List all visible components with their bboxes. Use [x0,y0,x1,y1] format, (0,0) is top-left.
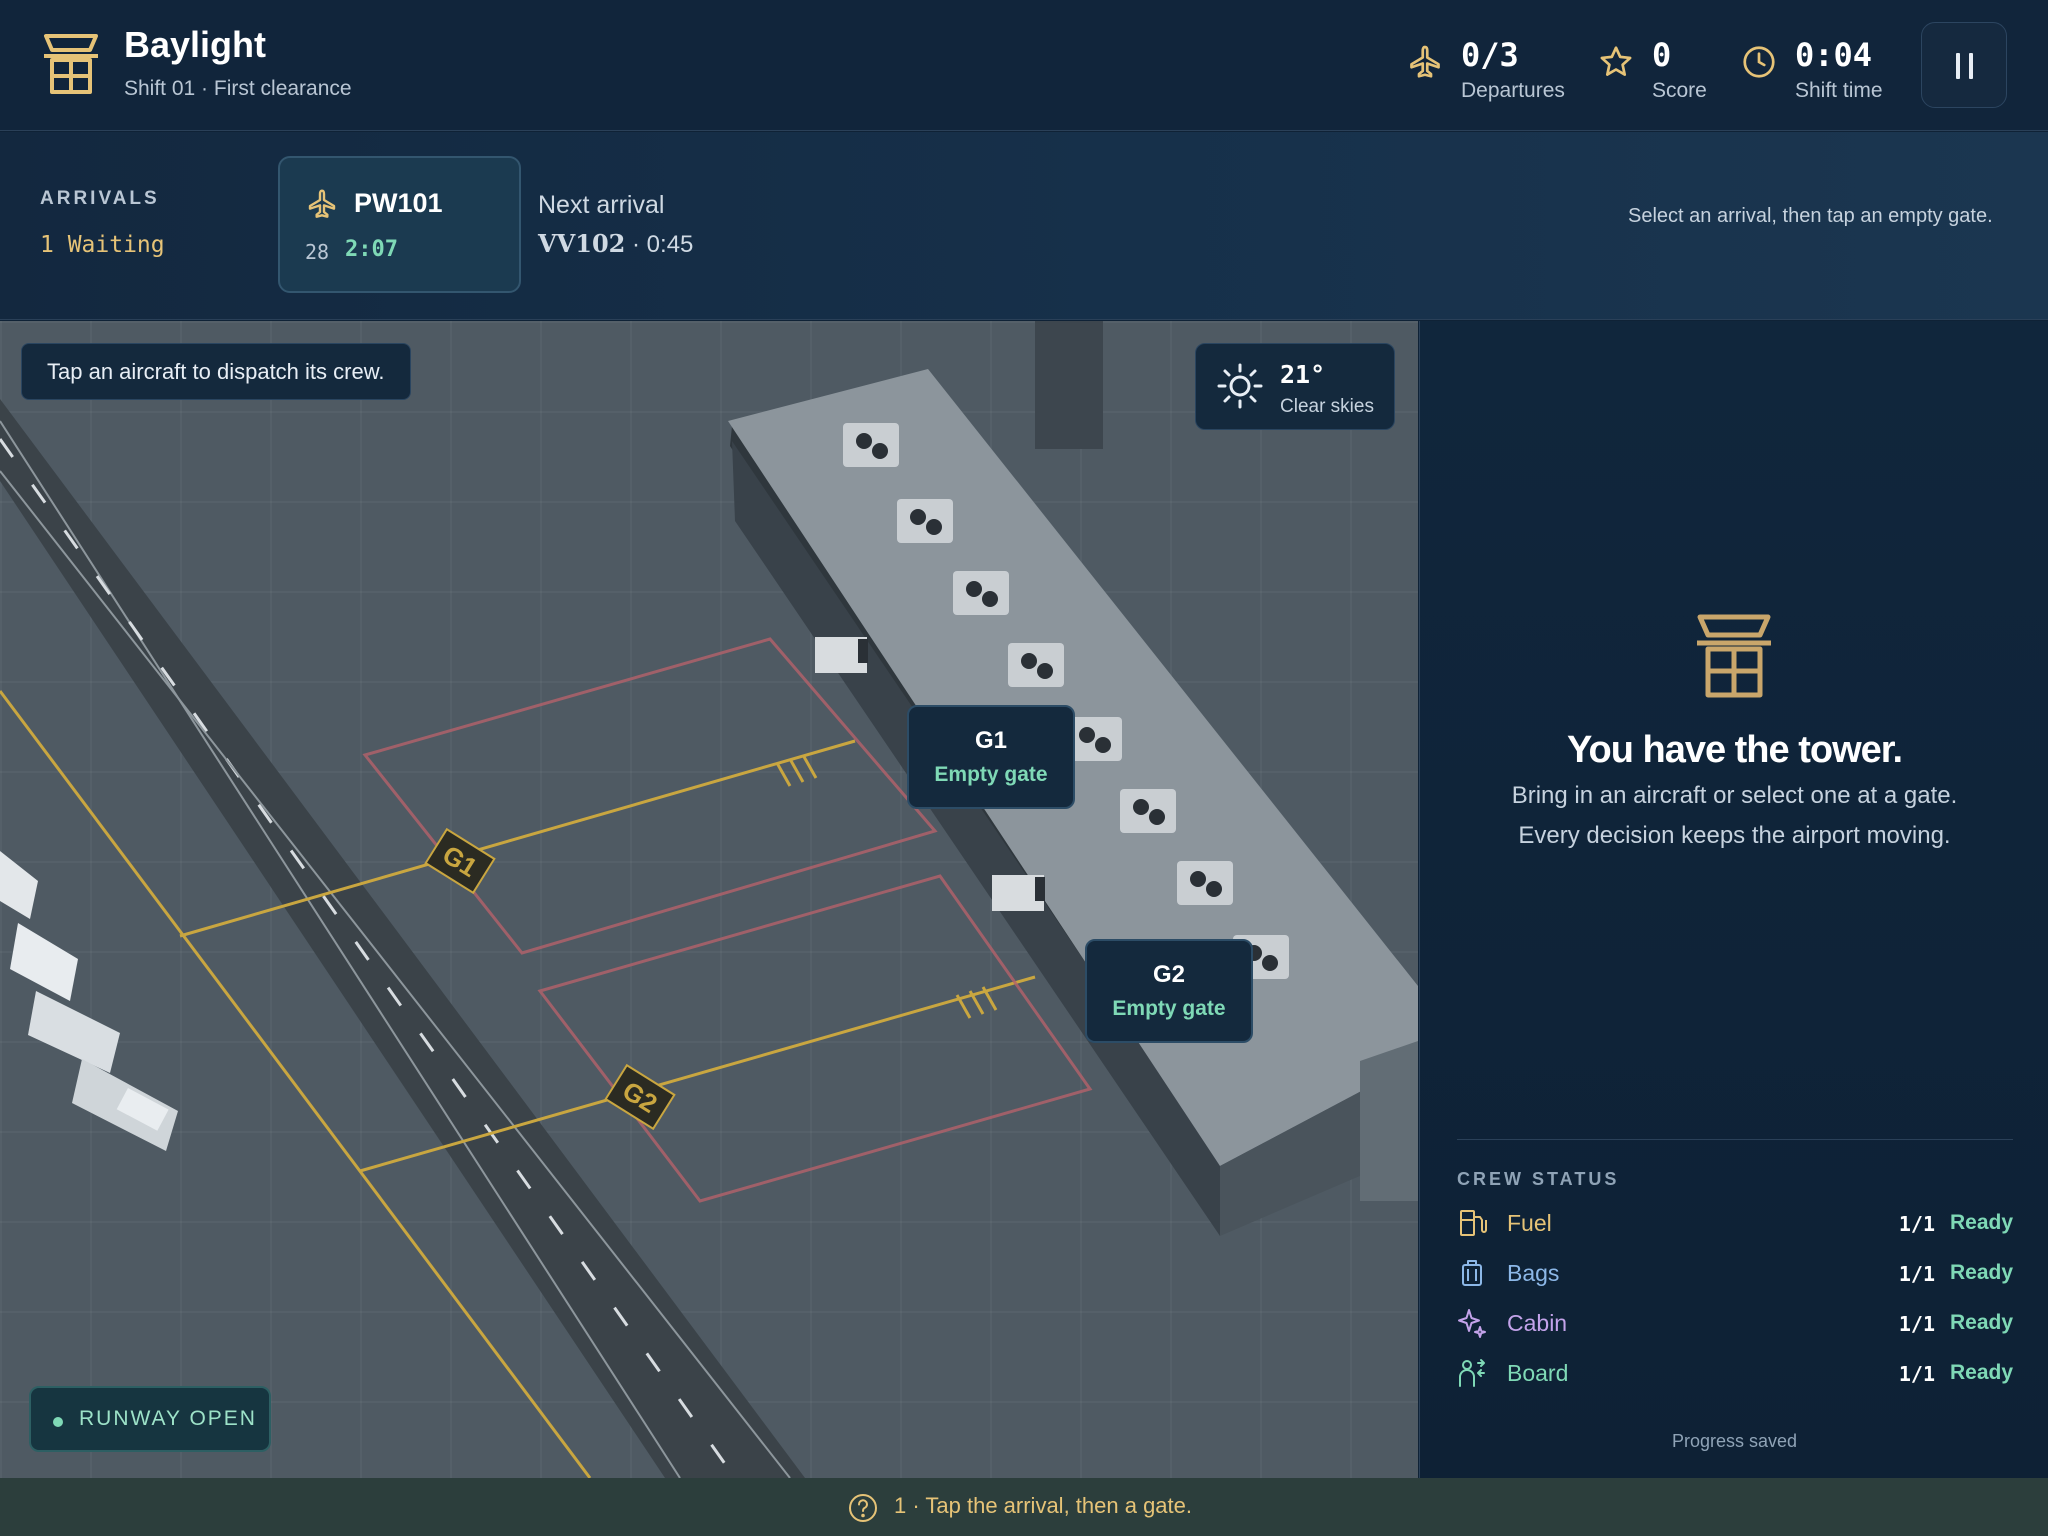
hold-bars-g2 [955,986,998,1019]
flight-timer: 2:07 [345,237,398,262]
gate-marking-g1: G1 [424,827,496,895]
flight-runway: 28 [305,240,330,264]
next-arrival-label: Next arrival [538,191,665,219]
departures-label: Departures [1461,79,1565,102]
gate-g2-status: Empty gate [1112,997,1226,1020]
crew-state: Ready [1949,1211,2013,1234]
star-icon [1600,46,1632,76]
flight-code: PW101 [354,188,443,218]
crew-status-heading: CREW STATUS [1457,1169,1620,1189]
next-arrival-code: VV102 [538,229,626,258]
weather-temperature: 21° [1280,360,1326,389]
gate-marking-g2: G2 [604,1063,676,1131]
crew-name: Cabin [1507,1310,1568,1336]
crew-row-fuel: Fuel 1/1 Ready [1457,1204,2013,1244]
panel-title: You have the tower. [1566,729,1903,771]
clock-icon [1743,46,1775,78]
weather-description: Clear skies [1280,396,1374,417]
terminal-pillar [1035,321,1103,449]
crew-count: 1/1 [1898,1262,1935,1286]
sun-icon [1217,363,1263,409]
runway-centerline [0,438,737,1478]
runway-status-label: RUNWAY OPEN [79,1407,257,1430]
runway-edge [0,420,681,1478]
hold-bars-g1 [775,754,818,787]
weather-widget: 21° Clear skies [1195,343,1395,430]
jet-bridge-g2 [992,875,1045,911]
terminal-annex [1360,1041,1418,1201]
next-arrival-eta: 0:45 [646,231,694,258]
crew-row-board: Board 1/1 Ready [1457,1354,2013,1394]
crew-state: Ready [1949,1361,2013,1384]
runway-edge [0,470,791,1478]
runway-status-badge: RUNWAY OPEN [29,1386,271,1452]
control-tower-icon [44,34,98,94]
crew-count: 1/1 [1898,1212,1935,1236]
panel-description: Bring in an aircraft or select one at a … [1420,776,2048,856]
crew-count: 1/1 [1898,1312,1935,1336]
app-title: Baylight [124,24,267,65]
score-label: Score [1652,79,1707,102]
tutorial-bar: 1 · Tap the arrival, then a gate. [0,1478,2048,1536]
pause-button[interactable] [1921,22,2007,108]
arrival-hint: Select an arrival, then tap an empty gat… [1628,205,1993,227]
crew-state: Ready [1949,1261,2013,1284]
departures-value: 0/3 [1461,36,1519,74]
fuel-pump-icon [1460,1210,1487,1236]
progress-saved-note: Progress saved [1671,1431,1798,1451]
shift-time-stat: 0:04 Shift time [1741,36,1891,106]
shift-subtitle: Shift 01 · First clearance [124,77,352,100]
airfield-scene[interactable]: G1 G2 [0,321,1418,1478]
gate-g1-chip[interactable]: G1 Empty gate [907,705,1075,809]
map-hint: Tap an aircraft to dispatch its crew. [21,343,411,400]
gate-g2-name: G2 [1152,961,1185,988]
crew-name: Board [1507,1360,1569,1386]
top-bar: Baylight Shift 01 · First clearance 0/3 … [0,0,2048,131]
shift-time-value: 0:04 [1795,36,1873,74]
crew-count: 1/1 [1898,1362,1935,1386]
help-icon [849,1494,877,1522]
status-dot [53,1417,63,1427]
control-tower-icon [1697,614,1771,698]
shift-time-label: Shift time [1795,79,1883,102]
departures-stat: 0/3 Departures [1407,36,1567,106]
airfield-map[interactable]: G1 G2 Tap an aircraft to dispatch its cr… [0,321,1418,1478]
next-arrival-value: VV102 · 0:45 [538,229,694,258]
score-value: 0 [1652,36,1672,74]
arrivals-bar: ARRIVALS 1 Waiting PW101 28 2:07 Next ar… [0,132,2048,320]
crew-state: Ready [1949,1311,2013,1334]
luggage-icon [1462,1260,1482,1286]
plane-icon [308,189,336,218]
sparkle-icon [1458,1309,1486,1338]
crew-name: Bags [1507,1260,1560,1286]
crew-row-cabin: Cabin 1/1 Ready [1457,1304,2013,1344]
tutorial-step-text: 1 · Tap the arrival, then a gate. [894,1493,1192,1518]
panel-line-1: Bring in an aircraft or select one at a … [1511,782,1958,809]
runway [0,399,805,1478]
tower-panel: You have the tower. Bring in an aircraft… [1419,321,2048,1478]
pause-icon-bar [1969,53,1973,79]
service-vehicles [0,851,178,1151]
arrivals-heading: ARRIVALS [40,188,160,209]
jet-bridge-g1 [815,637,868,673]
gate-g1-name: G1 [974,727,1007,754]
pause-icon [1956,53,1960,79]
crew-name: Fuel [1507,1210,1552,1236]
divider [1457,1139,2013,1140]
arrival-card-pw101[interactable]: PW101 28 2:07 [278,156,521,293]
panel-line-2: Every decision keeps the airport moving. [1518,822,1951,849]
plane-icon [1410,45,1440,78]
boarding-icon [1459,1359,1485,1387]
gate-g1-status: Empty gate [934,763,1048,786]
crew-row-bags: Bags 1/1 Ready [1457,1254,2013,1294]
arrivals-waiting-count: 1 Waiting [40,232,165,258]
gate-g2-chip[interactable]: G2 Empty gate [1085,939,1253,1043]
score-stat: 0 Score [1598,36,1718,106]
